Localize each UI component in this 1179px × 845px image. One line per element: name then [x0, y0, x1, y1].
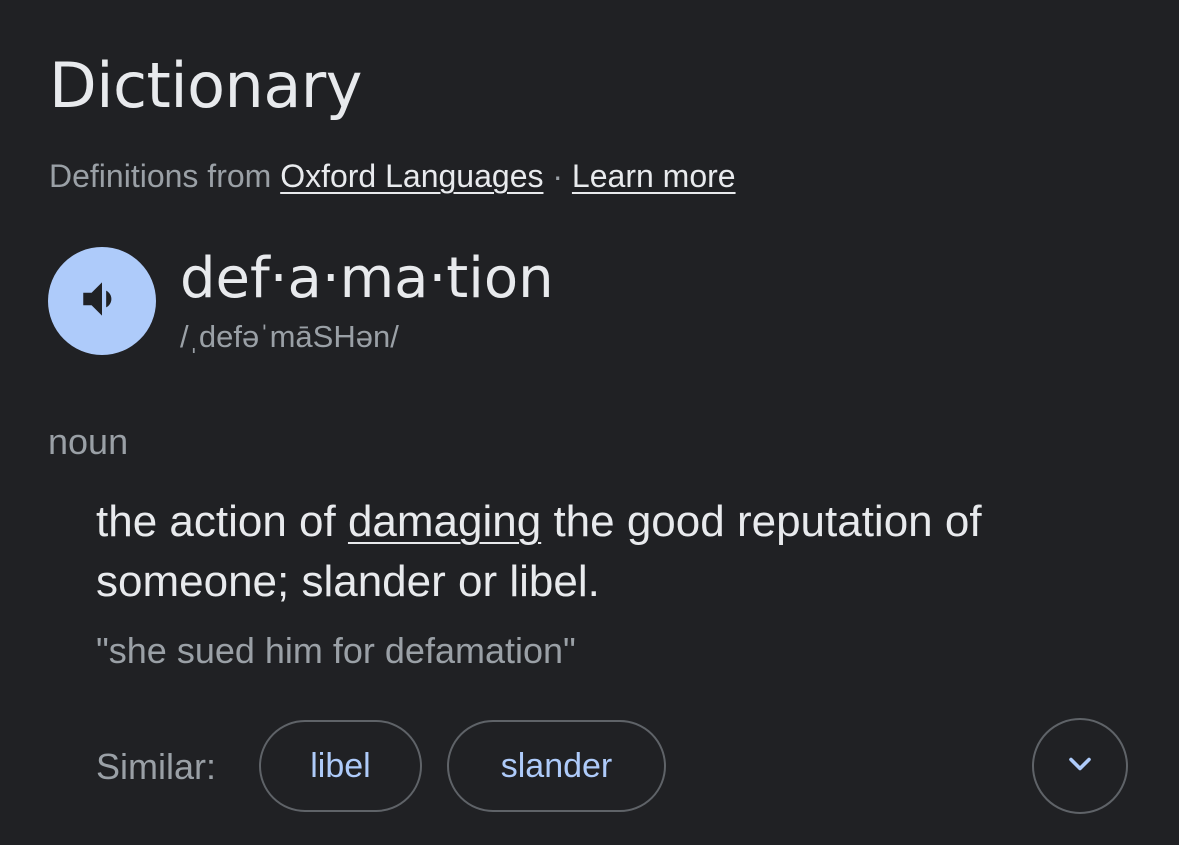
oxford-languages-link[interactable]: Oxford Languages — [280, 158, 543, 194]
learn-more-link[interactable]: Learn more — [572, 158, 736, 194]
definition-start: the action of — [96, 497, 348, 546]
definitions-source: Definitions from Oxford Languages · Lear… — [49, 156, 736, 196]
damaging-link[interactable]: damaging — [348, 497, 541, 546]
similar-label: Similar: — [96, 746, 217, 787]
similar-chip-libel[interactable]: libel — [259, 720, 422, 812]
headword: def·a·ma·tion — [180, 246, 554, 311]
source-prefix: Definitions from — [49, 158, 272, 194]
similar-chip-slander[interactable]: slander — [447, 720, 666, 812]
usage-example: "she sued him for defamation" — [96, 630, 576, 671]
phonetic-spelling: /ˌdefəˈmāSHən/ — [180, 319, 399, 354]
chevron-down-icon — [1062, 746, 1098, 787]
definition-text: the action of damaging the good reputati… — [96, 492, 1146, 612]
page-title: Dictionary — [49, 49, 363, 122]
volume-icon — [77, 274, 127, 329]
pronunciation-button[interactable] — [48, 247, 156, 355]
expand-button[interactable] — [1032, 718, 1128, 814]
source-separator: · — [552, 158, 564, 194]
part-of-speech: noun — [48, 421, 129, 462]
